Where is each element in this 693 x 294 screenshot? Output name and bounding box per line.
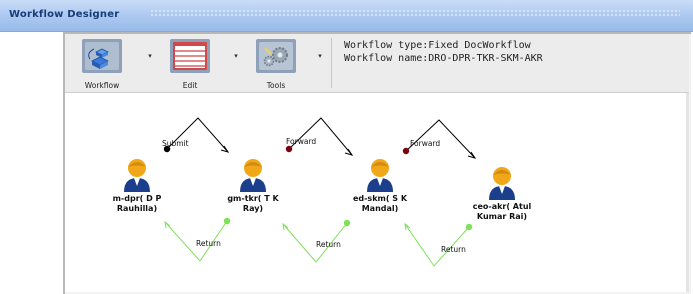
user-icon <box>124 159 150 192</box>
return-edge-label: Return <box>316 240 341 249</box>
workflow-node-ed-skm[interactable]: ed-skm( S K Mandal) <box>335 156 425 214</box>
window-title: Workflow Designer <box>9 9 120 20</box>
canvas-scroll-edge <box>686 93 689 292</box>
tools-button-label: Tools <box>266 81 286 90</box>
workflow-node-gm-tkr[interactable]: gm-tkr( T K Ray) <box>208 156 298 214</box>
user-icon <box>489 167 515 200</box>
user-icon <box>367 159 393 192</box>
forward-edge-label: Forward <box>286 137 317 146</box>
workflow-node-ceo-akr[interactable]: ceo-akr( Atul Kumar Rai) <box>457 164 547 222</box>
submit-edge-label: Submit <box>162 139 189 148</box>
toolbar: Workflow ▾ Edit ▾ Tools ▾ Workflow type:… <box>65 34 689 93</box>
node-name: m-dpr( D P Rauhilla) <box>112 194 162 213</box>
title-bar: Workflow Designer <box>0 0 693 32</box>
workflow-info: Workflow type:Fixed DocWorkflow Workflow… <box>344 39 543 65</box>
title-bar-pattern <box>150 9 680 18</box>
workflow-button-label: Workflow <box>84 81 120 90</box>
left-panel <box>0 32 63 292</box>
tools-dropdown-arrow[interactable]: ▾ <box>315 51 325 61</box>
workflow-name-text: Workflow name:DRO-DPR-TKR-SKM-AKR <box>344 53 543 64</box>
workflow-type-text: Workflow type:Fixed DocWorkflow <box>344 40 531 51</box>
tools-button[interactable]: Tools <box>247 39 305 91</box>
tools-gears-icon <box>256 39 296 73</box>
edit-form-icon <box>170 39 210 73</box>
workflow-blocks-icon <box>82 39 122 73</box>
return-edge-label: Return <box>196 239 221 248</box>
node-name: gm-tkr( T K Ray) <box>227 194 279 213</box>
edit-dropdown-arrow[interactable]: ▾ <box>231 51 241 61</box>
forward-edge-label: Forward <box>410 139 441 148</box>
workflow-button[interactable]: Workflow <box>73 39 131 91</box>
node-name: ed-skm( S K Mandal) <box>352 194 408 213</box>
workflow-node-m-dpr[interactable]: m-dpr( D P Rauhilla) <box>92 156 182 214</box>
edit-button-label: Edit <box>182 81 198 90</box>
user-icon <box>240 159 266 192</box>
toolbar-separator <box>331 38 332 88</box>
edit-button[interactable]: Edit <box>161 39 219 91</box>
workflow-dropdown-arrow[interactable]: ▾ <box>145 51 155 61</box>
return-edge-label: Return <box>441 245 466 254</box>
node-name: ceo-akr( Atul Kumar Rai) <box>472 202 532 221</box>
